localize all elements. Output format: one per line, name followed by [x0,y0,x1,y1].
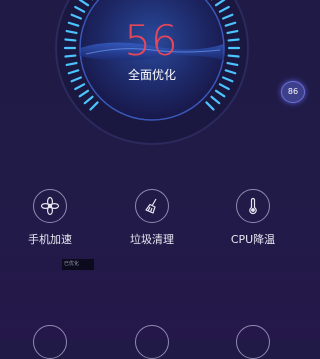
thermometer-icon [236,189,270,223]
gauge-tick [227,54,240,58]
gauge-tick [227,38,240,42]
score-gauge[interactable]: 56 全面优化 [0,0,304,150]
toast-message: 已优化 [62,259,94,270]
floating-speed-ball[interactable]: 86 [281,81,305,103]
optimize-all-label[interactable]: 全面优化 [112,67,192,83]
more-tool-icon[interactable] [135,325,169,359]
gauge-tick [64,38,77,42]
broom-icon [135,189,169,223]
more-tool-icon[interactable] [236,325,270,359]
tool-phone-boost-label: 手机加速 [28,233,72,246]
flower-icon [33,189,67,223]
tool-cpu-cool-label: CPU降温 [230,233,276,246]
tool-phone-boost[interactable]: 手机加速 [10,189,90,247]
tool-cpu-cool[interactable]: CPU降温 [213,189,293,247]
tool-junk-clean[interactable]: 垃圾清理 [112,189,192,247]
optimization-score: 56 [124,16,178,65]
more-tool-icon[interactable] [33,325,67,359]
gauge-tick [64,54,77,58]
tool-junk-clean-label: 垃圾清理 [130,233,174,246]
